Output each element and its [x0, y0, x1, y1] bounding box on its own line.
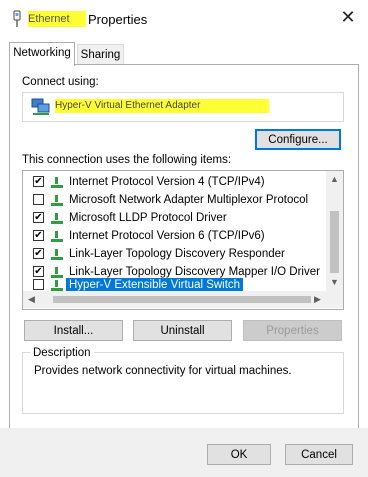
vertical-scroll-thumb[interactable] [330, 211, 339, 273]
close-button[interactable]: ✕ [339, 8, 357, 26]
items-label: This connection uses the following items… [22, 154, 232, 166]
horizontal-scrollbar[interactable]: ◀ ▶ [23, 291, 343, 308]
item-checkbox[interactable]: ✔ [33, 176, 44, 187]
properties-button[interactable]: Properties [243, 320, 342, 341]
cancel-button[interactable]: Cancel [285, 444, 353, 465]
redacted-adapter-description: Hyper-V Virtual Ethernet Adapter [55, 99, 269, 113]
item-checkbox[interactable]: ✔ [33, 230, 44, 241]
dialog-footer: OK Cancel [0, 428, 368, 477]
items-list[interactable]: ✔ Internet Protocol Version 4 (TCP/IPv4)… [22, 170, 344, 310]
uninstall-button[interactable]: Uninstall [133, 320, 232, 341]
scroll-up-icon[interactable]: ▲ [326, 171, 343, 188]
ok-button[interactable]: OK [207, 444, 271, 465]
vertical-scrollbar[interactable]: ▲ ▼ [326, 171, 343, 291]
network-component-icon [51, 249, 63, 260]
list-item[interactable]: ✔ Internet Protocol Version 4 (TCP/IPv4) [23, 173, 325, 191]
network-component-icon [51, 231, 63, 242]
scroll-right-icon[interactable]: ▶ [309, 291, 326, 308]
close-icon: ✕ [340, 7, 356, 27]
network-component-icon [51, 213, 63, 224]
network-component-icon [51, 177, 63, 188]
description-text: Provides network connectivity for virtua… [34, 365, 292, 377]
network-connection-icon [12, 10, 22, 28]
item-checkbox[interactable]: ✔ [33, 212, 44, 223]
tab-networking[interactable]: Networking [9, 42, 75, 66]
list-item[interactable]: ✔ Internet Protocol Version 6 (TCP/IPv6) [23, 227, 325, 245]
scroll-down-icon[interactable]: ▼ [326, 274, 343, 291]
horizontal-scroll-thumb[interactable] [53, 296, 311, 303]
tab-sharing[interactable]: Sharing [77, 44, 124, 65]
network-adapter-icon [31, 98, 51, 116]
configure-button[interactable]: Configure... [255, 129, 341, 150]
description-legend: Description [30, 346, 94, 360]
redacted-adapter-name: Ethernet [28, 11, 86, 27]
item-label: Internet Protocol Version 4 (TCP/IPv4) [69, 176, 265, 188]
item-label: Link-Layer Topology Discovery Responder [69, 248, 285, 260]
scroll-left-icon[interactable]: ◀ [23, 291, 40, 308]
item-label: Microsoft LLDP Protocol Driver [69, 212, 227, 224]
item-checkbox[interactable] [33, 279, 44, 290]
list-item[interactable]: ✔ Microsoft LLDP Protocol Driver [23, 209, 325, 227]
install-button[interactable]: Install... [24, 320, 123, 341]
item-checkbox[interactable]: ✔ [33, 248, 44, 259]
list-item[interactable]: ✔ Link-Layer Topology Discovery Responde… [23, 245, 325, 263]
description-group [22, 352, 344, 414]
window-title: Properties [88, 12, 148, 27]
network-component-icon [51, 195, 63, 206]
connect-using-label: Connect using: [22, 76, 99, 88]
network-component-icon [51, 280, 63, 291]
list-item[interactable]: Microsoft Network Adapter Multiplexor Pr… [23, 191, 325, 209]
item-checkbox[interactable] [33, 194, 44, 205]
adapter-field: Hyper-V Virtual Ethernet Adapter [22, 92, 344, 122]
item-label: Internet Protocol Version 6 (TCP/IPv6) [69, 230, 265, 242]
title-bar: Ethernet Properties ✕ [0, 0, 368, 40]
item-checkbox[interactable]: ✔ [33, 266, 44, 277]
item-label: Microsoft Network Adapter Multiplexor Pr… [69, 194, 309, 206]
